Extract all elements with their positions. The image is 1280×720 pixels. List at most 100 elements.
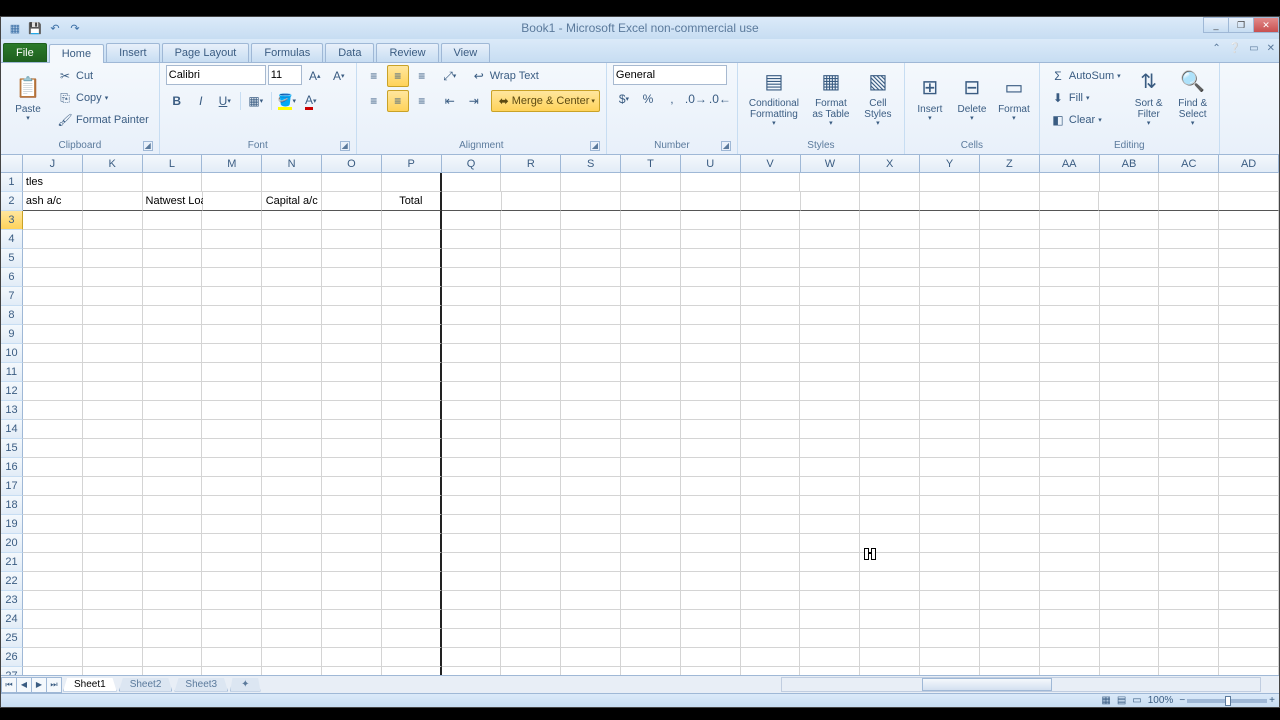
cell[interactable] xyxy=(561,667,621,675)
cell[interactable] xyxy=(800,382,860,401)
cell[interactable] xyxy=(322,306,382,325)
cell[interactable] xyxy=(83,401,143,420)
cell[interactable] xyxy=(143,325,203,344)
cell[interactable] xyxy=(681,401,741,420)
cell[interactable] xyxy=(920,667,980,675)
cell[interactable] xyxy=(920,287,980,306)
align-center-button[interactable]: ≡ xyxy=(387,90,409,112)
prev-sheet-button[interactable]: ◀ xyxy=(16,677,32,693)
cell[interactable]: Capital a/c xyxy=(262,192,322,211)
cell[interactable] xyxy=(621,515,681,534)
cell[interactable] xyxy=(1100,610,1160,629)
autosum-button[interactable]: ΣAutoSum▾ xyxy=(1046,65,1125,87)
cell[interactable] xyxy=(501,230,561,249)
column-header[interactable]: N xyxy=(262,155,322,172)
row-header[interactable]: 23 xyxy=(1,591,23,610)
cell[interactable] xyxy=(1159,344,1219,363)
cell[interactable] xyxy=(442,477,502,496)
column-header[interactable]: S xyxy=(561,155,621,172)
cell[interactable] xyxy=(23,344,83,363)
border-button[interactable]: ▦▾ xyxy=(245,90,267,112)
cell[interactable] xyxy=(382,591,442,610)
cell[interactable] xyxy=(202,610,262,629)
cell[interactable] xyxy=(202,534,262,553)
zoom-out-button[interactable]: − xyxy=(1179,695,1185,706)
cell[interactable] xyxy=(262,515,322,534)
cell[interactable] xyxy=(202,439,262,458)
cell[interactable] xyxy=(1100,287,1160,306)
cell[interactable] xyxy=(262,439,322,458)
new-sheet-button[interactable]: ✦ xyxy=(230,678,260,692)
cell[interactable] xyxy=(1159,534,1219,553)
cell[interactable] xyxy=(382,572,442,591)
cell[interactable] xyxy=(920,230,980,249)
cell[interactable] xyxy=(621,572,681,591)
cell[interactable] xyxy=(920,477,980,496)
cell[interactable] xyxy=(322,401,382,420)
cell[interactable] xyxy=(501,439,561,458)
cell[interactable] xyxy=(561,553,621,572)
cell[interactable] xyxy=(980,572,1040,591)
cell[interactable] xyxy=(1219,211,1279,230)
underline-button[interactable]: U▾ xyxy=(214,90,236,112)
cell[interactable] xyxy=(1219,173,1279,192)
row-header[interactable]: 2 xyxy=(1,192,23,211)
cell[interactable] xyxy=(143,534,203,553)
cell[interactable] xyxy=(1099,192,1159,211)
cell[interactable] xyxy=(800,515,860,534)
cell[interactable] xyxy=(681,515,741,534)
cell[interactable] xyxy=(980,496,1040,515)
cell[interactable] xyxy=(83,306,143,325)
cell[interactable] xyxy=(800,249,860,268)
cell[interactable] xyxy=(23,629,83,648)
cell[interactable] xyxy=(1040,515,1100,534)
row-header[interactable]: 13 xyxy=(1,401,23,420)
cell[interactable] xyxy=(23,401,83,420)
cell[interactable] xyxy=(681,667,741,675)
cell[interactable] xyxy=(980,439,1040,458)
cell[interactable] xyxy=(143,344,203,363)
cell[interactable] xyxy=(681,629,741,648)
comma-button[interactable]: , xyxy=(661,88,683,110)
cell[interactable] xyxy=(800,458,860,477)
cell[interactable] xyxy=(741,515,801,534)
cell[interactable] xyxy=(322,211,382,230)
cell[interactable] xyxy=(83,344,143,363)
cell[interactable] xyxy=(202,629,262,648)
cell[interactable] xyxy=(23,477,83,496)
tab-file[interactable]: File xyxy=(3,43,47,62)
cell[interactable] xyxy=(202,667,262,675)
cell[interactable] xyxy=(1159,591,1219,610)
row-header[interactable]: 9 xyxy=(1,325,23,344)
cell[interactable] xyxy=(1219,325,1279,344)
cell[interactable] xyxy=(920,629,980,648)
cell[interactable] xyxy=(83,591,143,610)
cell[interactable] xyxy=(681,173,741,192)
cell[interactable] xyxy=(1219,287,1279,306)
cell[interactable] xyxy=(1040,553,1100,572)
cell[interactable] xyxy=(501,325,561,344)
cell[interactable] xyxy=(382,420,442,439)
cell[interactable] xyxy=(860,325,920,344)
cell[interactable] xyxy=(442,496,502,515)
cell[interactable] xyxy=(1219,591,1279,610)
cell[interactable] xyxy=(741,344,801,363)
cell[interactable] xyxy=(83,629,143,648)
cell[interactable] xyxy=(23,667,83,675)
align-middle-button[interactable]: ≡ xyxy=(387,65,409,87)
cell[interactable] xyxy=(980,211,1040,230)
cell[interactable] xyxy=(741,667,801,675)
next-sheet-button[interactable]: ▶ xyxy=(31,677,47,693)
cell[interactable] xyxy=(442,192,502,211)
cell[interactable] xyxy=(202,230,262,249)
cell[interactable] xyxy=(23,211,83,230)
cell[interactable] xyxy=(681,306,741,325)
cell[interactable] xyxy=(980,268,1040,287)
cell[interactable] xyxy=(501,515,561,534)
cell[interactable] xyxy=(741,553,801,572)
cell[interactable] xyxy=(1159,363,1219,382)
sheet-tab-2[interactable]: Sheet2 xyxy=(119,678,173,692)
cell[interactable] xyxy=(980,515,1040,534)
column-header[interactable]: P xyxy=(382,155,442,172)
format-as-table-button[interactable]: ▦Format as Table▾ xyxy=(808,65,854,131)
